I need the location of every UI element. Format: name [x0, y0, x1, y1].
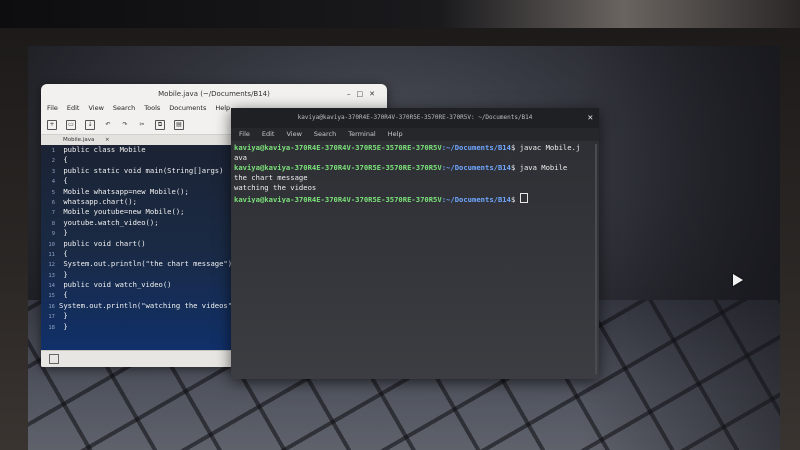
term-menu-search[interactable]: Search	[314, 128, 336, 141]
menu-file[interactable]: File	[47, 104, 58, 116]
terminal-line: kaviya@kaviya-370R4E-370R4V-370R5E-3570R…	[234, 163, 596, 173]
line-number: 18	[48, 324, 55, 331]
code-text: System.out.println("watching the videos"…	[59, 300, 241, 310]
term-menu-file[interactable]: File	[239, 128, 250, 141]
menu-search[interactable]: Search	[113, 104, 135, 116]
mouse-pointer-icon	[733, 274, 743, 286]
copy-icon[interactable]: ⧉	[155, 120, 165, 130]
prompt-path: :~/Documents/B14	[441, 143, 511, 152]
terminal-line: watching the videos	[234, 183, 596, 193]
terminal-line: kaviya@kaviya-370R4E-370R4V-370R5E-3570R…	[234, 143, 596, 153]
bezel-top-edge	[0, 0, 800, 28]
command-text: $	[510, 195, 520, 203]
term-menu-edit[interactable]: Edit	[262, 128, 275, 141]
code-text: System.out.println("the chart message");	[59, 259, 237, 269]
code-text: public static void main(String[]args)	[59, 165, 224, 175]
command-text: $ javac Mobile.j	[510, 143, 581, 152]
terminal-line: ava	[234, 153, 596, 163]
menu-documents[interactable]: Documents	[169, 104, 206, 116]
code-text: {	[59, 248, 68, 258]
tab-label: Mobile.java	[63, 137, 95, 143]
command-wrap: ava	[234, 153, 247, 162]
menu-tools[interactable]: Tools	[144, 104, 160, 116]
code-text: {	[59, 176, 68, 186]
text-cursor	[519, 193, 528, 203]
code-text: {	[59, 155, 68, 165]
desktop-screen: Mobile.java (~/Documents/B14) –□✕ File E…	[28, 46, 780, 450]
wallpaper-shade	[580, 46, 780, 450]
open-file-icon[interactable]: ▭	[66, 120, 76, 130]
code-text: }	[59, 269, 68, 279]
prompt-path: :~/Documents/B14	[441, 163, 511, 172]
command-text: $ java Mobile	[510, 163, 568, 172]
terminal-line: the chart message	[234, 173, 596, 183]
code-text: }	[59, 311, 68, 321]
code-text: }	[59, 228, 68, 238]
terminal-line: kaviya@kaviya-370R4E-370R4V-370R5E-3570R…	[234, 193, 596, 203]
terminal-menubar: File Edit View Search Terminal Help	[231, 128, 599, 141]
new-file-icon[interactable]: +	[47, 120, 57, 130]
terminal-scrollbar[interactable]	[595, 144, 597, 374]
code-text: public void chart()	[59, 238, 146, 248]
output-text: watching the videos	[234, 183, 317, 192]
code-text: Mobile youtube=new Mobile();	[59, 207, 185, 217]
code-text: public class Mobile	[59, 145, 146, 154]
terminal-output[interactable]: kaviya@kaviya-370R4E-370R4V-370R5E-3570R…	[231, 141, 599, 205]
redo-icon[interactable]: ↷	[121, 121, 129, 129]
code-text: {	[59, 290, 68, 300]
menu-view[interactable]: View	[88, 104, 103, 116]
terminal-titlebar[interactable]: kaviya@kaviya-370R4E-370R4V-370R5E-3570R…	[231, 108, 599, 128]
close-icon[interactable]: ✕	[588, 108, 593, 128]
prompt-user: kaviya@kaviya-370R4E-370R4V-370R5E-3570R…	[234, 143, 442, 152]
term-menu-help[interactable]: Help	[388, 128, 403, 141]
code-text: public void watch_video()	[59, 280, 172, 290]
code-text: youtube.watch_video();	[59, 217, 159, 227]
editor-titlebar[interactable]: Mobile.java (~/Documents/B14) –□✕	[41, 84, 387, 104]
sidebar-toggle-icon[interactable]	[49, 354, 59, 364]
window-controls[interactable]: –□✕	[347, 84, 381, 104]
term-menu-terminal[interactable]: Terminal	[348, 128, 375, 141]
menu-help[interactable]: Help	[215, 104, 230, 116]
paste-icon[interactable]: ▤	[174, 120, 184, 130]
save-icon[interactable]: ↓	[85, 120, 95, 130]
code-text: Mobile whatsapp=new Mobile();	[59, 186, 189, 196]
terminal-window[interactable]: kaviya@kaviya-370R4E-370R4V-370R5E-3570R…	[231, 108, 599, 379]
prompt-user: kaviya@kaviya-370R4E-370R4V-370R5E-3570R…	[234, 195, 442, 203]
editor-title: Mobile.java (~/Documents/B14)	[158, 90, 270, 98]
term-menu-view[interactable]: View	[286, 128, 301, 141]
prompt-user: kaviya@kaviya-370R4E-370R4V-370R5E-3570R…	[234, 163, 442, 172]
undo-icon[interactable]: ↶	[104, 121, 112, 129]
cut-icon[interactable]: ✂	[138, 121, 146, 129]
menu-edit[interactable]: Edit	[67, 104, 80, 116]
output-text: the chart message	[234, 173, 308, 182]
prompt-path: :~/Documents/B14	[441, 195, 511, 203]
terminal-title: kaviya@kaviya-370R4E-370R4V-370R5E-3570R…	[297, 114, 533, 121]
code-text: whatsapp.chart();	[59, 196, 137, 206]
code-text: }	[59, 321, 68, 331]
